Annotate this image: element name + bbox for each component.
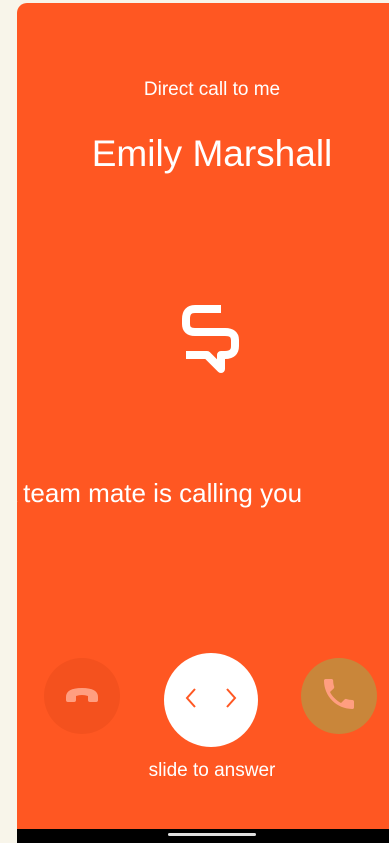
- caller-name: Emily Marshall: [91, 133, 333, 174]
- answer-call-button[interactable]: [301, 658, 377, 734]
- incoming-call-screen: Direct call to me Emily Marshall A team …: [17, 3, 389, 843]
- call-message: A team mate is calling you: [17, 478, 303, 508]
- slide-to-answer-knob[interactable]: [164, 653, 258, 747]
- home-indicator[interactable]: [168, 833, 256, 836]
- call-type-label: Direct call to me: [143, 79, 281, 100]
- slide-to-answer-hint: slide to answer: [148, 760, 276, 781]
- phone-hangup-icon: [62, 674, 102, 719]
- phone-answer-icon: [319, 674, 359, 719]
- chevron-left-icon: [181, 686, 201, 715]
- chevron-right-icon: [221, 686, 241, 715]
- navigation-bar: [17, 829, 389, 843]
- decline-call-button[interactable]: [44, 658, 120, 734]
- app-logo-icon: [169, 295, 253, 385]
